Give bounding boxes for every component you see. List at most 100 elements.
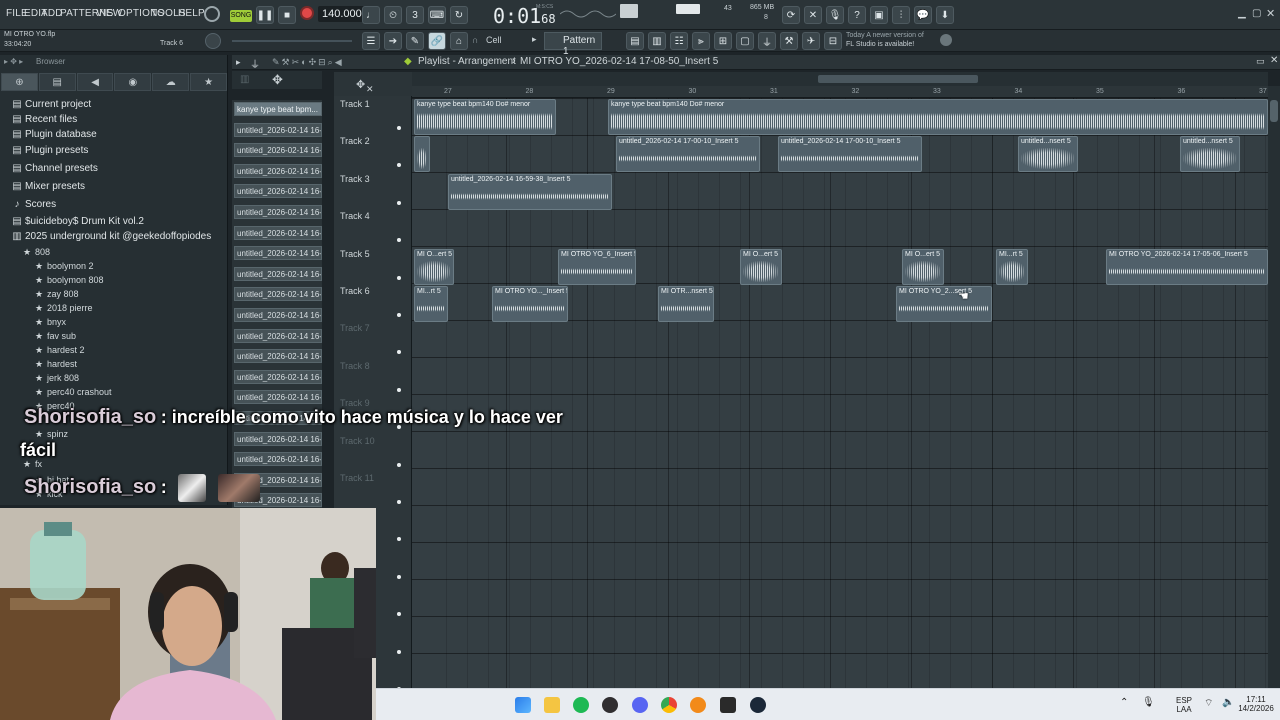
channel-clip[interactable]: untitled_2026-02-14 16-...	[234, 184, 322, 199]
audio-clip[interactable]: untitled_2026-02-14 17-00-10_Insert 5	[616, 136, 760, 173]
pattern-selector[interactable]: Pattern 1	[544, 32, 602, 57]
channel-clip[interactable]: untitled_2026-02-14 16-...	[234, 328, 322, 343]
audio-clip[interactable]: kanye type beat bpm140 Do# menor	[414, 99, 556, 135]
pattern-prev-icon[interactable]: ▸	[532, 34, 537, 45]
stop-button[interactable]: ■	[278, 6, 296, 24]
news-line-2[interactable]: FL Studio is available!	[846, 41, 914, 48]
audio-clip[interactable]: kanye type beat bpm140 Do# menor	[608, 99, 1268, 135]
fx-button[interactable]: ✕	[804, 6, 822, 24]
browser-plugins-button[interactable]: ◀	[76, 73, 114, 91]
browser-nav-icon[interactable]: ▸ ✥ ▸	[4, 57, 23, 66]
audio-clip[interactable]: untitled...nsert 5	[1018, 136, 1078, 173]
snap-selector[interactable]: Cell	[486, 35, 502, 45]
master-pitch-slider[interactable]	[232, 40, 352, 42]
audio-clip[interactable]: untitled_2026-02-14 17-00-10_Insert 5	[778, 136, 922, 173]
help-button[interactable]: ?	[848, 6, 866, 24]
eq-button[interactable]: ⫸	[692, 32, 710, 50]
channel-clip[interactable]: untitled_2026-02-14 16-...	[234, 122, 322, 137]
track-label[interactable]: Track 4	[340, 211, 370, 221]
audio-clip[interactable]: MI OTRO YO_2026-02-14 17-05-06_Insert 5	[1106, 248, 1268, 285]
chat-button[interactable]: 💬	[914, 6, 932, 24]
playlist-scroll-h[interactable]	[412, 72, 1268, 86]
audio-clip[interactable]: MI O...ert 5	[902, 248, 944, 285]
channel-clip[interactable]: untitled_2026-02-14 16-...	[234, 369, 322, 384]
audio-clip[interactable]	[414, 136, 430, 173]
audio-clip[interactable]: untitled...nsert 5	[1180, 136, 1240, 173]
channel-grid-icon[interactable]: ▥	[240, 74, 249, 85]
browser-item[interactable]: ★ 808	[0, 247, 228, 261]
audio-clip[interactable]: MI O...ert 5	[414, 248, 454, 285]
track-label[interactable]: Track 5	[340, 249, 370, 259]
channel-clip[interactable]: untitled_2026-02-14 16-...	[234, 308, 322, 322]
browser-item[interactable]: ▥ 2025 underground kit @geekedoffopiodes	[0, 231, 228, 245]
track-mute-dot[interactable]	[397, 612, 401, 617]
track-label[interactable]: Track 2	[340, 136, 370, 146]
channel-clip[interactable]: untitled_2026-02-14 16-...	[234, 452, 322, 467]
network-icon[interactable]: ⌔	[1204, 697, 1213, 710]
cart-button[interactable]: ⊟	[824, 32, 842, 50]
audio-clip[interactable]: untitled_2026-02-14 16-59-38_Insert 5	[448, 173, 612, 210]
track-mute-dot[interactable]	[397, 574, 401, 579]
menu-help[interactable]: HELP	[178, 8, 205, 19]
browser-item[interactable]: ★ fav sub	[0, 331, 228, 345]
browser-item[interactable]: ▤ Mixer presets	[0, 181, 228, 195]
horizontal-scroll-thumb[interactable]	[818, 75, 978, 83]
playlist-close-button[interactable]: ✕	[1270, 55, 1278, 66]
playlist-arrangement[interactable]: MI OTRO YO_2026-02-14 17-08-50_Insert 5	[520, 56, 718, 67]
playlist-magnet-icon[interactable]: ⏚	[250, 56, 260, 71]
channel-clip[interactable]: untitled_2026-02-14 16-...	[234, 266, 322, 281]
track-mute-dot[interactable]	[397, 387, 401, 392]
tray-mic-icon[interactable]: 🎙	[1142, 697, 1155, 708]
track-label[interactable]: Track 7	[340, 323, 370, 333]
save-button[interactable]: ▣	[870, 6, 888, 24]
file-explorer-icon[interactable]	[544, 697, 560, 713]
track-mute-dot[interactable]	[397, 649, 401, 654]
browser-item[interactable]: ★ 2018 pierre	[0, 303, 228, 317]
track-label[interactable]: Track 8	[340, 361, 370, 371]
browser-item[interactable]: ★ boolymon 2	[0, 261, 228, 275]
browser-favorites-button[interactable]: ★	[190, 73, 227, 91]
minimize-button[interactable]: ▁	[1238, 8, 1246, 19]
browser-item[interactable]: ▤ Channel presets	[0, 163, 228, 177]
audio-clip[interactable]: MI OTRO YO_2...sert 5	[896, 286, 992, 322]
close-track-icon[interactable]: ✕	[366, 84, 374, 95]
browser-item[interactable]: ★ hardest	[0, 359, 228, 373]
track-label[interactable]: Track 10	[340, 436, 375, 446]
system-clock[interactable]: 17:11 14/2/2026	[1232, 695, 1280, 713]
download-button[interactable]: ⬇	[936, 6, 954, 24]
fl-studio-icon[interactable]	[690, 697, 706, 713]
piano-roll-button[interactable]: ▥	[648, 32, 666, 50]
tray-chevron-icon[interactable]: ⌃	[1120, 697, 1128, 708]
track-mute-dot[interactable]	[397, 275, 401, 280]
audio-clip[interactable]: MI OTRO YO_6_Insert 5	[558, 248, 636, 285]
audio-clip[interactable]: MI OTRO YO..._Insert 5	[492, 286, 568, 322]
track-label[interactable]: Track 11	[340, 473, 374, 483]
browser-item[interactable]: ★ fx	[0, 459, 228, 473]
mic-button[interactable]: 🎙	[826, 6, 844, 24]
pause-button[interactable]: ❚❚	[256, 6, 274, 24]
maximize-button[interactable]: ▢	[1252, 8, 1261, 19]
countdown-button[interactable]: 3	[406, 6, 424, 24]
update-icon[interactable]	[940, 34, 952, 46]
channel-rack-button[interactable]: ▤	[626, 32, 644, 50]
brush-button[interactable]: ✈	[802, 32, 820, 50]
mixer-view-button[interactable]: ☷	[670, 32, 688, 50]
windows-start-icon[interactable]	[515, 697, 531, 713]
channel-clip[interactable]: untitled_2026-02-14 16-...	[234, 287, 322, 302]
metronome-button[interactable]: ♩	[362, 6, 380, 24]
track-label[interactable]: Track 1	[340, 99, 370, 109]
playlist-grid[interactable]: kanye type beat bpm140 Do# menor kanye ty…	[412, 98, 1268, 690]
playlist-minimize-button[interactable]: ▭	[1256, 56, 1265, 67]
channel-clip[interactable]: untitled_2026-02-14 16-...	[234, 349, 322, 364]
spotify-icon[interactable]	[573, 697, 589, 713]
browser-samples-button[interactable]: ◉	[114, 73, 152, 91]
wait-button[interactable]: ⏲	[384, 6, 402, 24]
track-mute-dot[interactable]	[397, 500, 401, 504]
channel-clip[interactable]: untitled_2026-02-14 16-...	[234, 225, 322, 240]
track-mute-dot[interactable]	[397, 350, 401, 355]
browser-item[interactable]: ▤ Plugin presets	[0, 145, 228, 159]
browser-item[interactable]: ▤ $uicideboy$ Drum Kit vol.2	[0, 216, 228, 230]
browser-item[interactable]: ▤ Recent files	[0, 114, 228, 128]
browser-button[interactable]: ▢	[736, 32, 754, 50]
track-mute-dot[interactable]	[397, 126, 401, 130]
